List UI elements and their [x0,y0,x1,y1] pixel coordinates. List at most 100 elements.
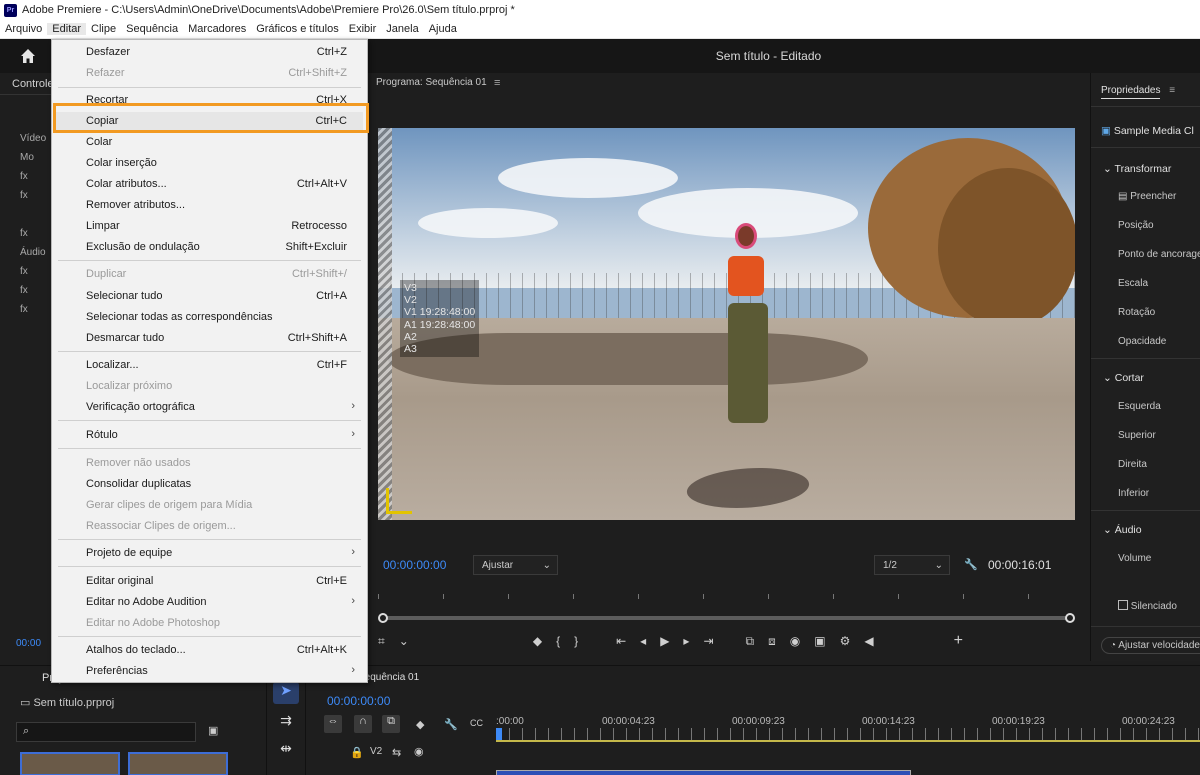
mark-out-icon[interactable]: } [574,634,578,648]
settings-icon[interactable]: ⚙ [840,634,851,648]
menu-item-localizar[interactable]: Localizar... Ctrl+F [86,356,349,374]
new-bin-icon[interactable]: ▣ [208,724,218,737]
menu-item-selecionar-correspondencias[interactable]: Selecionar todas as correspondências [86,308,349,326]
extract-icon[interactable]: ⧈ [768,634,776,649]
mark-in-icon[interactable]: { [556,634,560,648]
menu-item-projeto-equipe[interactable]: Projeto de equipe [86,544,349,562]
panel-menu-icon[interactable]: ≡ [1169,85,1175,96]
track-select-tool-icon[interactable]: ⇉ [273,712,299,734]
fill-button[interactable]: ▤ Preencher [1118,191,1176,202]
menu-item-atalhos-teclado[interactable]: Atalhos do teclado... Ctrl+Alt+K [86,641,349,659]
section-transformar[interactable]: ⌄ Transformar [1103,163,1171,175]
play-icon[interactable]: ▶ [660,634,669,648]
work-area-bar[interactable] [496,740,1200,742]
menu-clipe[interactable]: Clipe [86,23,121,35]
fit-dropdown[interactable]: Ajustar ⌄ [473,555,558,575]
list-item[interactable]: fx [20,171,46,190]
wrench-icon[interactable]: 🔧 [444,718,458,731]
zoom-scroll-bar[interactable] [378,613,1075,623]
time-ruler[interactable] [378,585,1075,599]
comparison-icon[interactable]: ▣ [814,634,825,648]
menu-item-remover-nao-usados[interactable]: Remover não usados [86,454,349,472]
ripple-edit-tool-icon[interactable]: ⇹ [273,740,299,762]
section-cortar[interactable]: ⌄ Cortar [1103,372,1144,384]
tab-programa[interactable]: Programa: Sequência 01 [376,77,487,88]
menu-item-exclusao-ondulacao[interactable]: Exclusão de ondulação Shift+Excluir [86,238,349,256]
menu-item-gerar-clipes[interactable]: Gerar clipes de origem para Mídia [86,496,349,514]
lock-icon[interactable]: 🔒 [350,746,364,759]
menu-item-editar-photoshop[interactable]: Editar no Adobe Photoshop [86,614,349,632]
menu-sequencia[interactable]: Sequência [121,23,183,35]
menu-item-selecionar-tudo[interactable]: Selecionar tudo Ctrl+A [86,287,349,305]
timeline-timecode[interactable]: 00:00:00:00 [327,694,390,708]
timeline-ruler[interactable] [496,728,1200,740]
clip-thumbnail[interactable] [20,752,120,775]
menu-item-rotulo[interactable]: Rótulo [86,426,349,444]
step-back-icon[interactable]: ◂ [640,634,646,648]
tab-propriedades[interactable]: Propriedades [1101,85,1161,99]
panel-menu-icon[interactable]: ≡ [494,77,500,89]
mute-checkbox[interactable]: Silenciado [1118,600,1177,612]
menu-graficos[interactable]: Gráficos e títulos [251,23,344,35]
menu-item-desmarcar-tudo[interactable]: Desmarcar tudo Ctrl+Shift+A [86,329,349,347]
add-icon[interactable]: + [954,632,963,650]
list-item[interactable]: fx [20,266,46,285]
menu-item-editar-original[interactable]: Editar original Ctrl+E [86,572,349,590]
resolution-dropdown[interactable]: 1/2 ⌄ [874,555,950,575]
eye-icon[interactable]: ◉ [414,745,424,758]
scroll-handle-right[interactable] [1065,613,1075,623]
selection-tool-icon[interactable]: ➤ [273,682,299,704]
menu-item-colar-atributos[interactable]: Colar atributos... Ctrl+Alt+V [86,175,349,193]
menu-item-limpar[interactable]: Limpar Retrocesso [86,217,349,235]
menu-item-refazer[interactable]: Refazer Ctrl+Shift+Z [86,64,349,82]
go-to-out-icon[interactable]: ⇥ [703,634,713,648]
menu-item-consolidar-duplicatas[interactable]: Consolidar duplicatas [86,475,349,493]
chevron-down-icon[interactable]: ⌄ [399,634,409,648]
camera-icon[interactable]: ◉ [790,634,800,648]
menu-janela[interactable]: Janela [381,23,423,35]
list-item[interactable]: fx [20,285,46,304]
tab-controle[interactable]: Controle [12,78,54,90]
timeline-clip[interactable] [496,770,911,775]
go-to-in-icon[interactable]: ⇤ [616,634,626,648]
menu-item-remover-atributos[interactable]: Remover atributos... [86,196,349,214]
captions-icon[interactable]: CC [470,718,483,728]
search-input[interactable]: ⌕ [16,722,196,742]
list-item[interactable]: fx [20,304,46,323]
scroll-handle-left[interactable] [378,613,388,623]
adjust-speed-button[interactable]: ◔ Ajustar velocidade [1101,637,1200,654]
menu-item-localizar-proximo[interactable]: Localizar próximo [86,377,349,395]
playhead-timecode[interactable]: 00:00:00:00 [383,558,446,572]
list-item[interactable]: fx [20,190,46,209]
menu-item-colar-insercao[interactable]: Colar inserção [86,154,349,172]
step-forward-icon[interactable]: ▸ [683,634,689,648]
linked-selection-icon[interactable]: ⧉ [382,715,400,733]
property-rotacao: Rotação [1118,307,1156,318]
menu-item-reassociar-clipes[interactable]: Reassociar Clipes de origem... [86,517,349,535]
safe-margins-icon[interactable]: ⌗ [378,634,385,649]
list-item[interactable]: fx [20,228,46,247]
menu-ajuda[interactable]: Ajuda [424,23,462,35]
menu-editar[interactable]: Editar [47,23,87,35]
audio-icon[interactable]: ◀ [864,634,873,648]
lift-icon[interactable]: ⧉ [746,634,755,649]
list-item[interactable]: Mo [20,152,46,171]
snap-icon[interactable]: ∩ [354,715,372,733]
menu-item-editar-audition[interactable]: Editar no Adobe Audition [86,593,349,611]
menu-item-colar[interactable]: Colar [86,133,349,151]
left-timecode[interactable]: 00:00 [16,638,41,649]
menu-item-verificacao-ortografica[interactable]: Verificação ortográfica [86,398,349,416]
clip-thumbnail[interactable] [128,752,228,775]
marker-icon[interactable]: ◆ [533,634,542,648]
sync-lock-icon[interactable]: ⇆ [392,746,401,759]
section-audio[interactable]: ⌄ Áudio [1103,524,1142,536]
menu-marcadores[interactable]: Marcadores [183,23,251,35]
menu-exibir[interactable]: Exibir [344,23,382,35]
menu-item-desfazer[interactable]: Desfazer Ctrl+Z [86,43,349,61]
menu-arquivo[interactable]: Arquivo [0,23,47,35]
insert-sequence-icon[interactable]: ⇔ [324,715,342,733]
add-marker-icon[interactable]: ◆ [416,718,424,731]
menu-item-preferencias[interactable]: Preferências [86,662,349,680]
wrench-icon[interactable]: 🔧 [964,558,978,571]
menu-item-duplicar[interactable]: Duplicar Ctrl+Shift+/ [86,265,349,283]
